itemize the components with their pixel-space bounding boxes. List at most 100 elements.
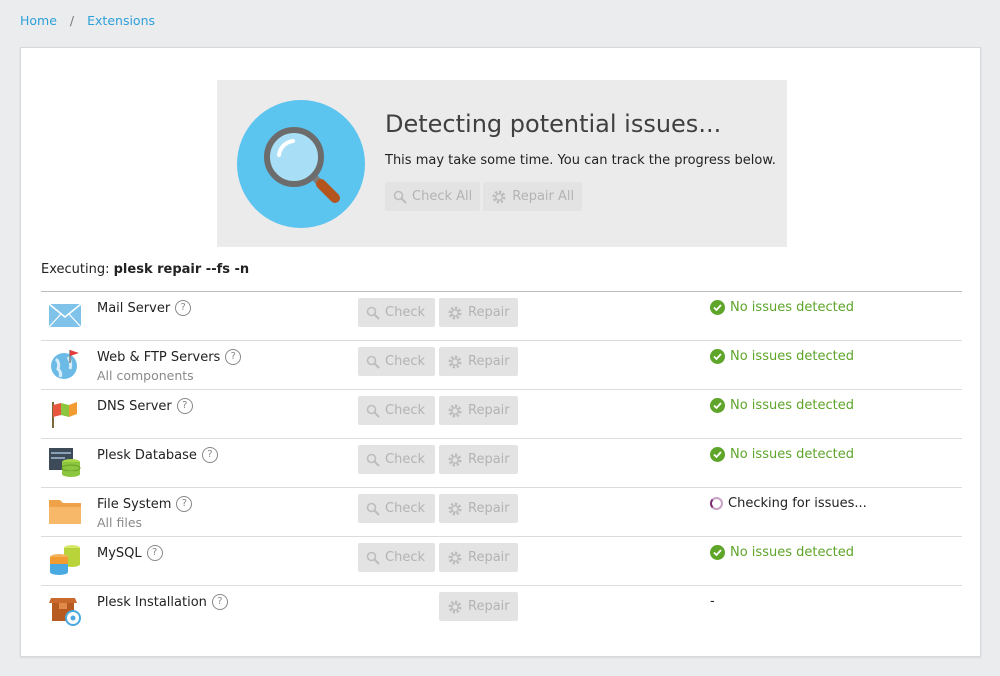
help-icon[interactable]: ?	[146, 545, 163, 561]
package-icon	[49, 598, 81, 626]
row-name: Plesk Installation	[97, 594, 207, 610]
status-badge: Checking for issues...	[710, 496, 867, 511]
row-subtitle: All files	[97, 515, 143, 530]
status-badge: No issues detected	[710, 300, 854, 315]
search-icon	[366, 306, 380, 320]
table-row: Plesk Installation? Repair -	[41, 586, 962, 635]
repair-button[interactable]: Repair	[439, 445, 518, 474]
banner-subtitle: This may take some time. You can track t…	[385, 153, 776, 168]
executing-line: Executing: plesk repair --fs -n	[41, 262, 249, 277]
check-circle-icon	[710, 398, 725, 413]
repair-button[interactable]: Repair	[439, 543, 518, 572]
help-icon[interactable]: ?	[176, 398, 193, 414]
breadcrumb-home[interactable]: Home	[20, 13, 57, 28]
database-icon	[49, 448, 81, 477]
components-table: Mail Server? Check Repair No issues dete…	[41, 291, 962, 635]
check-button[interactable]: Check	[358, 445, 435, 474]
gear-icon	[448, 600, 462, 613]
repair-label: Repair	[468, 403, 510, 418]
check-button[interactable]: Check	[358, 298, 435, 327]
gear-icon	[492, 190, 506, 203]
check-button[interactable]: Check	[358, 396, 435, 425]
repair-button[interactable]: Repair	[439, 494, 518, 523]
repair-button[interactable]: Repair	[439, 298, 518, 327]
check-button[interactable]: Check	[358, 494, 435, 523]
gear-icon	[448, 502, 462, 515]
repair-button[interactable]: Repair	[439, 592, 518, 621]
check-label: Check	[385, 403, 425, 418]
check-circle-icon	[710, 545, 725, 560]
globe-icon	[51, 350, 79, 379]
repair-kit-card: Detecting potential issues... This may t…	[20, 47, 981, 657]
page-title: Detecting potential issues...	[385, 110, 722, 138]
help-icon[interactable]: ?	[176, 496, 193, 512]
repair-all-button[interactable]: Repair All	[483, 182, 583, 211]
check-label: Check	[385, 501, 425, 516]
spinner-icon	[710, 497, 723, 510]
search-icon	[366, 551, 380, 565]
row-name: File System	[97, 496, 172, 512]
status-badge: No issues detected	[710, 545, 854, 560]
table-row: Plesk Database? Check Repair No issues d…	[41, 439, 962, 488]
check-button[interactable]: Check	[358, 543, 435, 572]
repair-button[interactable]: Repair	[439, 396, 518, 425]
check-label: Check	[385, 354, 425, 369]
check-circle-icon	[710, 300, 725, 315]
magnifier-icon	[237, 100, 365, 228]
progress-banner: Detecting potential issues... This may t…	[217, 80, 787, 247]
executing-command: plesk repair --fs -n	[113, 262, 250, 277]
executing-label: Executing:	[41, 262, 110, 277]
status-text: Checking for issues...	[728, 496, 867, 511]
status-text: No issues detected	[730, 300, 854, 315]
status-text: No issues detected	[730, 349, 854, 364]
gear-icon	[448, 306, 462, 319]
check-all-button[interactable]: Check All	[385, 182, 481, 211]
check-all-label: Check All	[412, 189, 473, 204]
help-icon[interactable]: ?	[225, 349, 242, 365]
help-icon[interactable]: ?	[175, 300, 192, 316]
help-icon[interactable]: ?	[211, 594, 228, 610]
breadcrumb: Home / Extensions	[20, 13, 155, 28]
check-button[interactable]: Check	[358, 347, 435, 376]
repair-label: Repair	[468, 452, 510, 467]
table-row: Mail Server? Check Repair No issues dete…	[41, 292, 962, 341]
gear-icon	[448, 355, 462, 368]
breadcrumb-extensions[interactable]: Extensions	[87, 13, 155, 28]
help-icon[interactable]: ?	[201, 447, 218, 463]
repair-all-label: Repair All	[512, 189, 575, 204]
row-name: Plesk Database	[97, 447, 197, 463]
check-label: Check	[385, 305, 425, 320]
row-name: DNS Server	[97, 398, 172, 414]
dns-flags-icon	[52, 402, 77, 428]
repair-label: Repair	[468, 305, 510, 320]
status-badge: No issues detected	[710, 447, 854, 462]
repair-label: Repair	[468, 501, 510, 516]
status-badge: No issues detected	[710, 349, 854, 364]
status-text: -	[710, 594, 715, 609]
status-badge: -	[710, 594, 715, 609]
search-icon	[366, 355, 380, 369]
repair-label: Repair	[468, 354, 510, 369]
check-circle-icon	[710, 447, 725, 462]
repair-label: Repair	[468, 599, 510, 614]
gear-icon	[448, 453, 462, 466]
repair-button[interactable]: Repair	[439, 347, 518, 376]
table-row: Web & FTP Servers? All components Check …	[41, 341, 962, 390]
status-text: No issues detected	[730, 545, 854, 560]
gear-icon	[448, 551, 462, 564]
gear-icon	[448, 404, 462, 417]
search-icon	[393, 190, 407, 204]
search-icon	[366, 404, 380, 418]
row-name: MySQL	[97, 545, 142, 561]
status-badge: No issues detected	[710, 398, 854, 413]
search-icon	[366, 453, 380, 467]
envelope-icon	[48, 303, 82, 328]
status-text: No issues detected	[730, 447, 854, 462]
folder-icon	[49, 500, 81, 524]
repair-label: Repair	[468, 550, 510, 565]
check-label: Check	[385, 550, 425, 565]
mysql-database-icon	[50, 545, 80, 575]
table-row: MySQL? Check Repair No issues detected	[41, 537, 962, 586]
row-name: Web & FTP Servers	[97, 349, 221, 365]
search-icon	[366, 502, 380, 516]
